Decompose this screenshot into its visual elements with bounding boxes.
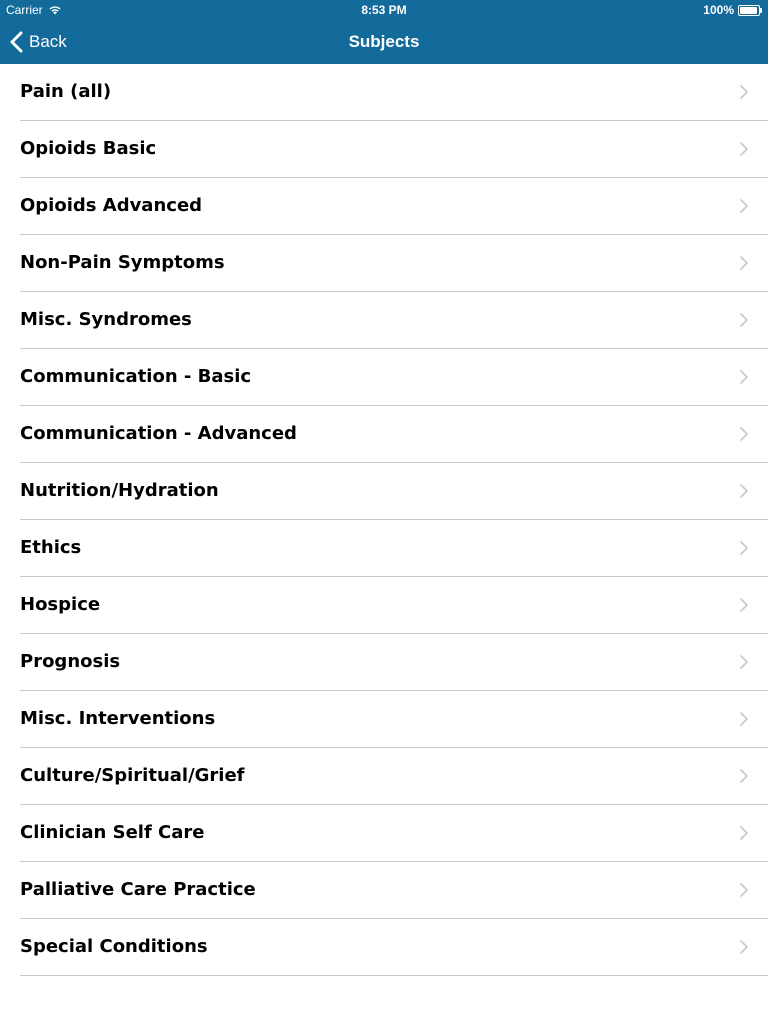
list-item[interactable]: Communication - Advanced: [0, 406, 768, 463]
battery-nub: [760, 7, 762, 13]
list-item-label: Opioids Basic: [20, 138, 157, 159]
page-title: Subjects: [348, 32, 420, 51]
chevron-right-icon: [740, 256, 748, 270]
chevron-right-icon: [740, 598, 748, 612]
chevron-right-icon: [740, 427, 748, 441]
list-item[interactable]: Culture/Spiritual/Grief: [0, 748, 768, 805]
navigation-bar: Back Subjects: [0, 20, 768, 64]
list-item-label: Pain (all): [20, 81, 112, 102]
chevron-right-icon: [740, 484, 748, 498]
list-item[interactable]: Pain (all): [0, 64, 768, 121]
list-item[interactable]: Ethics: [0, 520, 768, 577]
status-bar: Carrier 8:53 PM 100%: [0, 0, 768, 20]
chevron-right-icon: [740, 769, 748, 783]
list-item[interactable]: Palliative Care Practice: [0, 862, 768, 919]
list-item[interactable]: Opioids Advanced: [0, 178, 768, 235]
list-item[interactable]: Clinician Self Care: [0, 805, 768, 862]
status-right: 100%: [703, 3, 762, 17]
status-time: 8:53 PM: [361, 3, 407, 17]
chevron-right-icon: [740, 541, 748, 555]
list-item[interactable]: Misc. Interventions: [0, 691, 768, 748]
list-item-label: Prognosis: [20, 651, 121, 672]
list-item[interactable]: Nutrition/Hydration: [0, 463, 768, 520]
chevron-right-icon: [740, 85, 748, 99]
chevron-right-icon: [740, 313, 748, 327]
list-item-label: Special Conditions: [20, 936, 208, 957]
list-item-label: Ethics: [20, 537, 82, 558]
list-item[interactable]: Communication - Basic: [0, 349, 768, 406]
list-item[interactable]: Misc. Syndromes: [0, 292, 768, 349]
subject-list: Pain (all) Opioids Basic Opioids Advanced N…: [0, 64, 768, 976]
chevron-right-icon: [740, 826, 748, 840]
chevron-right-icon: [740, 199, 748, 213]
header: Carrier 8:53 PM 100% Back Subjects: [0, 0, 768, 64]
chevron-right-icon: [740, 655, 748, 669]
chevron-right-icon: [740, 370, 748, 384]
list-item-label: Hospice: [20, 594, 101, 615]
list-item[interactable]: Hospice: [0, 577, 768, 634]
list-item[interactable]: Non-Pain Symptoms: [0, 235, 768, 292]
list-item-label: Misc. Interventions: [20, 708, 216, 729]
chevron-right-icon: [740, 712, 748, 726]
list-item-label: Palliative Care Practice: [20, 879, 256, 900]
list-item-label: Communication - Basic: [20, 366, 252, 387]
battery-icon: [738, 4, 762, 16]
list-item[interactable]: Special Conditions: [0, 919, 768, 976]
chevron-right-icon: [740, 142, 748, 156]
list-item-label: Opioids Advanced: [20, 195, 203, 216]
battery-fill: [740, 6, 757, 14]
list-item-label: Nutrition/Hydration: [20, 480, 219, 501]
list-item[interactable]: Prognosis: [0, 634, 768, 691]
list-item-label: Misc. Syndromes: [20, 309, 192, 330]
list-item-label: Culture/Spiritual/Grief: [20, 765, 245, 786]
list-item[interactable]: Opioids Basic: [0, 121, 768, 178]
list-item-label: Communication - Advanced: [20, 423, 297, 444]
chevron-right-icon: [740, 883, 748, 897]
list-item-label: Clinician Self Care: [20, 822, 205, 843]
battery-percentage: 100%: [703, 3, 734, 17]
chevron-right-icon: [740, 940, 748, 954]
list-item-label: Non-Pain Symptoms: [20, 252, 225, 273]
